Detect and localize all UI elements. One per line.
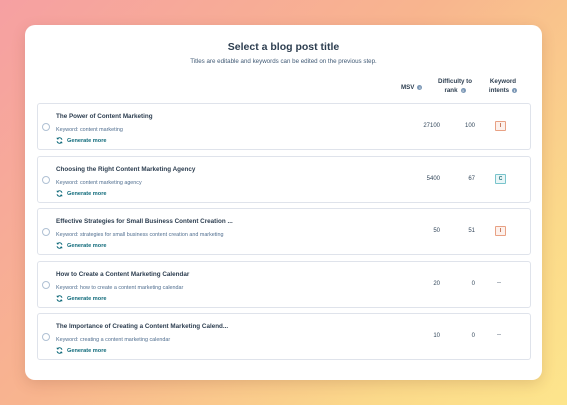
blog-title[interactable]: Effective Strategies for Small Business … <box>56 218 233 225</box>
title-option-row[interactable]: The Power of Content Marketing Keyword: … <box>37 103 531 150</box>
info-icon[interactable]: i <box>460 88 466 93</box>
blog-title[interactable]: How to Create a Content Marketing Calend… <box>56 271 189 278</box>
title-option-row[interactable]: The Importance of Creating a Content Mar… <box>37 313 531 360</box>
refresh-icon <box>56 137 63 144</box>
column-header-difficulty-line2: rank <box>444 87 458 94</box>
generate-more-link[interactable]: Generate more <box>56 347 106 354</box>
column-header-intents-line2: intents <box>488 87 510 94</box>
column-header-keyword-intents: Keyword intents i <box>481 77 525 95</box>
refresh-icon <box>56 347 63 354</box>
difficulty-value: 0 <box>471 281 475 287</box>
radio-button[interactable] <box>42 176 50 184</box>
column-header-msv-label: MSV <box>401 84 415 91</box>
refresh-icon <box>56 190 63 197</box>
generate-more-label: Generate more <box>67 137 107 144</box>
generate-more-link[interactable]: Generate more <box>56 242 106 249</box>
keyword-label: Keyword: content marketing <box>56 127 123 133</box>
page-title: Select a blog post title <box>227 41 340 53</box>
title-option-row[interactable]: Choosing the Right Content Marketing Age… <box>37 156 531 203</box>
msv-value: 20 <box>433 281 440 287</box>
keyword-label: Keyword: how to create a content marketi… <box>56 285 184 291</box>
keyword-label: Keyword: creating a content marketing ca… <box>56 337 171 343</box>
column-header-difficulty: Difficulty to rank i <box>430 77 480 95</box>
generate-more-link[interactable]: Generate more <box>56 295 106 302</box>
difficulty-value: 0 <box>471 333 475 339</box>
title-selection-card: Select a blog post title Titles are edit… <box>25 25 542 380</box>
column-header-msv: MSV i <box>401 83 423 92</box>
generate-more-label: Generate more <box>67 347 107 354</box>
intent-empty: -- <box>497 280 501 286</box>
intent-empty: -- <box>497 332 501 338</box>
keyword-label: Keyword: strategies for small business c… <box>56 232 224 238</box>
msv-value: 5400 <box>426 176 440 182</box>
blog-title[interactable]: Choosing the Right Content Marketing Age… <box>56 166 195 173</box>
radio-button[interactable] <box>42 228 50 236</box>
radio-button[interactable] <box>42 333 50 341</box>
difficulty-value: 100 <box>464 123 475 129</box>
msv-value: 50 <box>433 228 440 234</box>
difficulty-value: 51 <box>468 228 475 234</box>
intent-badge: I <box>495 226 506 236</box>
generate-more-link[interactable]: Generate more <box>56 190 106 197</box>
difficulty-value: 67 <box>468 176 475 182</box>
generate-more-label: Generate more <box>67 242 107 249</box>
title-option-row[interactable]: Effective Strategies for Small Business … <box>37 208 531 255</box>
msv-value: 10 <box>433 333 440 339</box>
refresh-icon <box>56 242 63 249</box>
msv-value: 27100 <box>423 123 440 129</box>
info-icon[interactable]: i <box>512 88 518 93</box>
radio-button[interactable] <box>42 123 50 131</box>
generate-more-label: Generate more <box>67 190 107 197</box>
radio-button[interactable] <box>42 281 50 289</box>
intent-badge: C <box>495 174 506 184</box>
refresh-icon <box>56 295 63 302</box>
intent-badge: I <box>495 121 506 131</box>
info-icon[interactable]: i <box>417 85 423 90</box>
page-subtitle: Titles are editable and keywords can be … <box>190 58 377 65</box>
keyword-label: Keyword: content marketing agency <box>56 180 142 186</box>
generate-more-label: Generate more <box>67 295 107 302</box>
generate-more-link[interactable]: Generate more <box>56 137 106 144</box>
column-header-intents-line1: Keyword <box>489 78 517 85</box>
column-header-difficulty-line1: Difficulty to <box>437 78 473 85</box>
title-option-row[interactable]: How to Create a Content Marketing Calend… <box>37 261 531 308</box>
blog-title[interactable]: The Importance of Creating a Content Mar… <box>56 323 228 330</box>
blog-title[interactable]: The Power of Content Marketing <box>56 113 153 120</box>
